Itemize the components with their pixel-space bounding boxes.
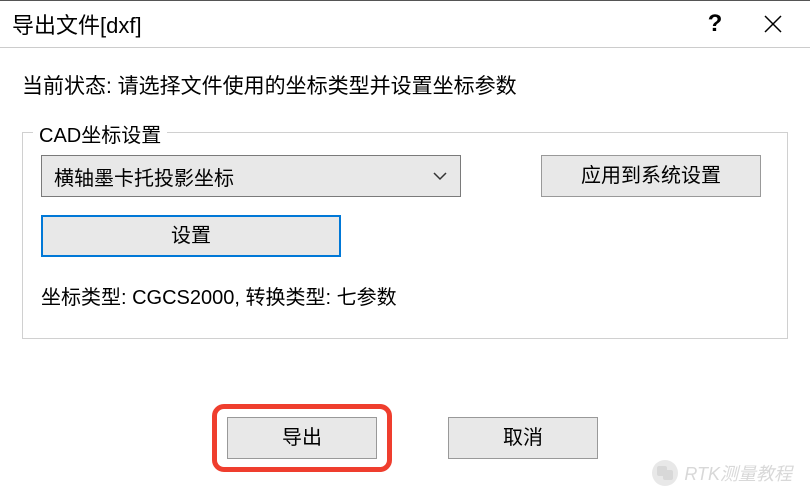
cad-settings-legend: CAD坐标设置 (33, 119, 167, 148)
close-icon (764, 15, 782, 33)
export-button[interactable]: 导出 (227, 417, 377, 459)
projection-dropdown[interactable]: 横轴墨卡托投影坐标 (41, 155, 461, 197)
cad-settings-group: CAD坐标设置 横轴墨卡托投影坐标 应用到系统设置 设置 坐标类型: CGCS2… (22, 132, 788, 339)
dialog-buttons: 导出 取消 (0, 404, 810, 472)
cancel-button[interactable]: 取消 (448, 417, 598, 459)
cad-row-1: 横轴墨卡托投影坐标 应用到系统设置 (41, 155, 769, 197)
cancel-wrap: 取消 (448, 404, 598, 472)
chevron-down-icon (432, 168, 448, 184)
status-line: 当前状态: 请选择文件使用的坐标类型并设置坐标参数 (22, 70, 788, 100)
coordinate-info: 坐标类型: CGCS2000, 转换类型: 七参数 (41, 281, 769, 310)
settings-button[interactable]: 设置 (41, 215, 341, 257)
close-button[interactable] (744, 1, 802, 47)
window-title: 导出文件[dxf] (12, 8, 686, 40)
apply-to-system-button[interactable]: 应用到系统设置 (541, 155, 761, 197)
export-highlight: 导出 (212, 404, 392, 472)
dialog-content: 当前状态: 请选择文件使用的坐标类型并设置坐标参数 CAD坐标设置 横轴墨卡托投… (0, 48, 810, 339)
help-button[interactable]: ? (686, 1, 744, 47)
projection-value: 横轴墨卡托投影坐标 (54, 162, 234, 191)
status-text: 请选择文件使用的坐标类型并设置坐标参数 (118, 75, 517, 98)
status-label: 当前状态: (22, 75, 118, 98)
titlebar: 导出文件[dxf] ? (0, 0, 810, 48)
